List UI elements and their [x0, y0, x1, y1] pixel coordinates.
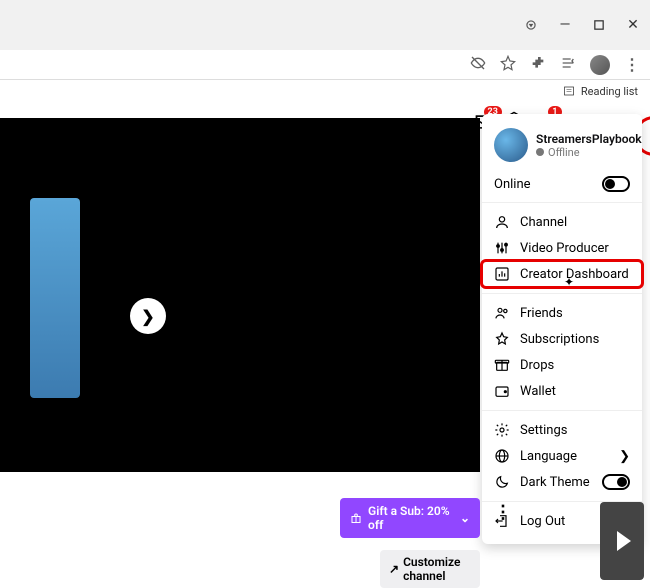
menu-label: Channel [520, 215, 567, 230]
menu-label: Friends [520, 306, 563, 321]
gift-icon [350, 511, 362, 525]
browser-tab-actions-icon[interactable] [524, 18, 538, 32]
menu-label: Drops [520, 358, 554, 373]
dropdown-user-header: StreamersPlaybook Offline [482, 124, 642, 172]
gear-icon [494, 422, 510, 438]
online-label: Online [494, 177, 531, 192]
reading-list-bar[interactable]: Reading list [0, 80, 650, 102]
drops-icon [494, 357, 510, 373]
chevron-right-icon: ❯ [619, 449, 630, 464]
menu-item-wallet[interactable]: Wallet [482, 378, 642, 404]
menu-label: Settings [520, 423, 567, 438]
window-close-button[interactable]: ✕ [626, 18, 640, 32]
gift-sub-label: Gift a Sub: 20% off [368, 504, 454, 532]
customize-label: Customize channel [403, 555, 471, 583]
menu-item-video-producer[interactable]: Video Producer [482, 235, 642, 261]
expand-icon: ↗ [389, 562, 399, 576]
online-toggle[interactable] [602, 176, 630, 192]
gift-sub-button[interactable]: Gift a Sub: 20% off ⌄ [340, 498, 480, 538]
menu-label: Creator Dashboard [520, 267, 629, 282]
extensions-icon[interactable] [530, 55, 546, 75]
menu-label: Wallet [520, 384, 556, 399]
browser-toolbar: ⋮ [0, 50, 650, 80]
carousel-next-button[interactable]: ❯ [130, 298, 166, 334]
list-icon [563, 85, 575, 97]
dashboard-icon [494, 266, 510, 282]
dropdown-username: StreamersPlaybook [536, 132, 642, 146]
chrome-menu-icon[interactable]: ⋮ [624, 55, 640, 74]
chevron-down-icon: ⌄ [460, 511, 470, 525]
menu-item-drops[interactable]: Drops [482, 352, 642, 378]
dropdown-status: Offline [536, 146, 642, 159]
person-icon [494, 214, 510, 230]
menu-separator [482, 410, 642, 411]
bookmark-star-icon[interactable] [500, 55, 516, 75]
menu-label: Video Producer [520, 241, 609, 256]
menu-item-friends[interactable]: Friends [482, 300, 642, 326]
customize-channel-button[interactable]: ↗ Customize channel [380, 550, 480, 588]
mini-player-play-button[interactable] [600, 502, 644, 580]
menu-item-dark-theme[interactable]: Dark Theme [482, 469, 642, 495]
menu-item-settings[interactable]: Settings [482, 417, 642, 443]
video-thumbnail [30, 198, 80, 398]
under-video-panel: Gift a Sub: 20% off ⌄ ⋮ ↗ Customize chan… [0, 490, 480, 588]
video-player[interactable]: ❯ [0, 118, 480, 472]
wallet-icon [494, 383, 510, 399]
menu-label: Subscriptions [520, 332, 599, 347]
sliders-icon [494, 240, 510, 256]
reading-list-label: Reading list [581, 85, 638, 98]
menu-item-language[interactable]: Language ❯ [482, 443, 642, 469]
moon-icon [494, 474, 510, 490]
globe-icon [494, 448, 510, 464]
menu-item-creator-dashboard[interactable]: Creator Dashboard ✦ [482, 261, 642, 287]
browser-window-chrome: — ✕ [0, 0, 650, 50]
menu-label: Dark Theme [520, 475, 590, 490]
friends-icon [494, 305, 510, 321]
chrome-profile-avatar[interactable] [590, 55, 610, 75]
window-maximize-button[interactable] [592, 18, 606, 32]
menu-label: Log Out [520, 514, 565, 529]
window-minimize-button[interactable]: — [558, 18, 572, 32]
dark-theme-toggle[interactable] [602, 474, 630, 490]
user-dropdown-menu: StreamersPlaybook Offline Online Channel… [482, 114, 642, 544]
menu-item-channel[interactable]: Channel [482, 209, 642, 235]
menu-label: Language [520, 449, 577, 464]
reading-list-toolbar-icon[interactable] [560, 55, 576, 75]
more-options-button[interactable]: ⋮ [494, 502, 512, 523]
menu-separator [482, 293, 642, 294]
online-toggle-row[interactable]: Online [482, 172, 642, 203]
menu-item-subscriptions[interactable]: Subscriptions [482, 326, 642, 352]
dropdown-avatar [494, 128, 528, 162]
star-icon [494, 331, 510, 347]
hide-extension-icon[interactable] [470, 55, 486, 75]
